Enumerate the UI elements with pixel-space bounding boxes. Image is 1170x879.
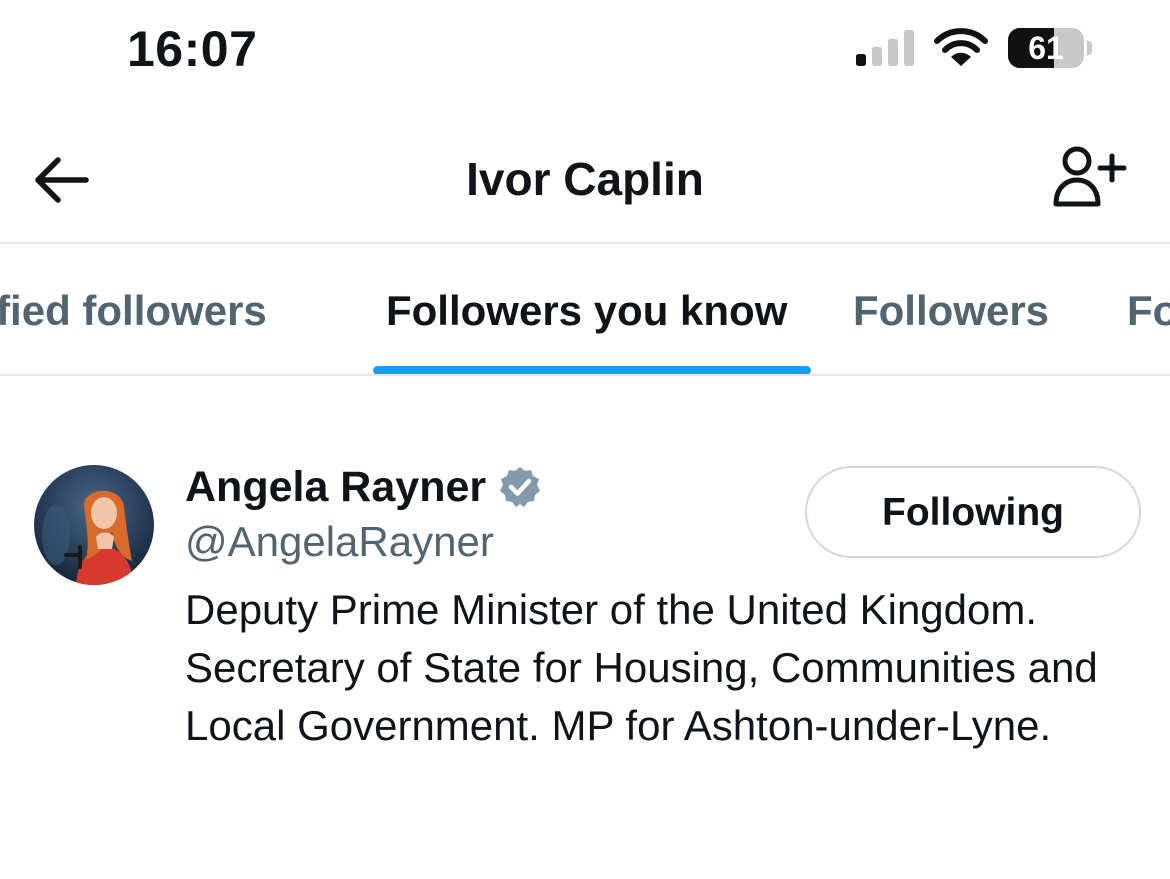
user-display-name[interactable]: Angela Rayner [185,460,486,514]
tab-followers[interactable]: Followers [853,284,1049,338]
battery-percent: 61 [1028,30,1064,66]
person-add-icon [1053,146,1127,207]
tab-following[interactable]: Following [1127,284,1170,338]
add-user-button[interactable] [1048,144,1128,210]
page-title: Ivor Caplin [466,153,704,205]
following-button[interactable]: Following [805,466,1141,558]
screen: 16:07 61 Ivor Caplin Verified follower [0,0,1170,879]
verified-badge-icon [500,467,540,507]
status-time: 16:07 [127,21,258,77]
avatar-photo [34,465,154,585]
user-handle[interactable]: @AngelaRayner [185,515,494,569]
tabs-divider [0,374,1170,376]
user-bio: Deputy Prime Minister of the United King… [185,586,1098,749]
tab-verified-followers[interactable]: Verified followers [0,284,267,338]
wifi-icon [934,28,988,66]
cellular-signal-icon [856,30,914,66]
header-divider [0,242,1170,244]
avatar[interactable] [34,465,154,585]
tab-followers-you-know[interactable]: Followers you know [386,284,787,338]
battery-icon: 61 [1008,28,1092,70]
